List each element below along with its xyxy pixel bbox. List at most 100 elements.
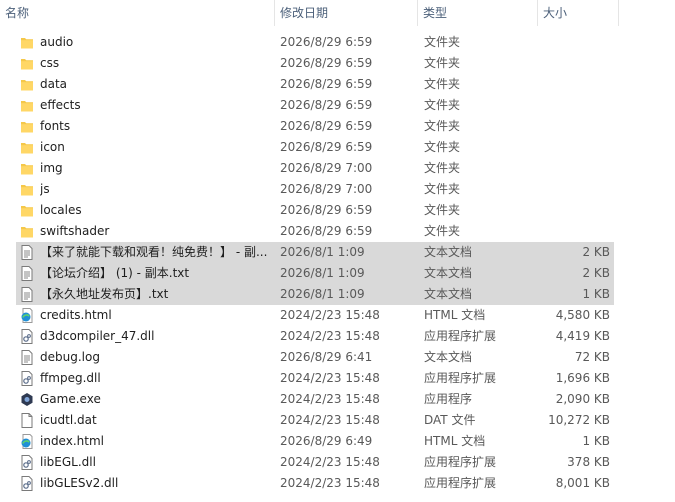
file-modified-date: 2026/8/29 6:59 (280, 119, 373, 133)
file-row[interactable]: icudtl.dat 2024/2/23 15:48 DAT 文件 10,272 KB (16, 410, 614, 431)
file-modified-date: 2026/8/29 6:59 (280, 203, 373, 217)
file-modified-date: 2024/2/23 15:48 (280, 308, 380, 322)
file-modified-date: 2026/8/29 7:00 (280, 182, 373, 196)
column-header-date[interactable]: 修改日期 (275, 0, 417, 26)
file-name: d3dcompiler_47.dll (40, 329, 155, 343)
file-row[interactable]: js 2026/8/29 7:00 文件夹 (16, 179, 614, 200)
file-type: 文件夹 (424, 161, 461, 175)
file-name: 【论坛介绍】 (1) - 副本.txt (40, 266, 190, 280)
file-row[interactable]: fonts 2026/8/29 6:59 文件夹 (16, 116, 614, 137)
text-file-icon (20, 287, 34, 302)
file-row[interactable]: css 2026/8/29 6:59 文件夹 (16, 53, 614, 74)
file-name: js (40, 182, 50, 196)
file-type: 文本文档 (424, 350, 473, 364)
file-row[interactable]: index.html 2026/8/29 6:49 HTML 文档 1 KB (16, 431, 614, 452)
file-size: 2,090 KB (555, 392, 610, 406)
file-size: 1 KB (582, 287, 610, 301)
file-modified-date: 2026/8/29 6:59 (280, 224, 373, 238)
folder-icon (20, 119, 34, 134)
file-size (538, 158, 610, 179)
game-exe-icon (20, 392, 34, 407)
file-size (538, 200, 610, 221)
file-name: swiftshader (40, 224, 110, 238)
file-row[interactable]: debug.log 2026/8/29 6:41 文本文档 72 KB (16, 347, 614, 368)
file-row[interactable]: libEGL.dll 2024/2/23 15:48 应用程序扩展 378 KB (16, 452, 614, 473)
file-size: 72 KB (574, 350, 610, 364)
file-type: 应用程序 (424, 392, 473, 406)
vertical-scrollbar[interactable] (666, 26, 675, 502)
file-type: 文本文档 (424, 287, 473, 301)
file-type: 文件夹 (424, 77, 461, 91)
file-row[interactable]: libGLESv2.dll 2024/2/23 15:48 应用程序扩展 8,001 … (16, 473, 614, 494)
file-size: 8,001 KB (555, 476, 610, 490)
column-header-name[interactable]: 名称 (0, 0, 274, 26)
file-size: 4,580 KB (555, 308, 610, 322)
file-modified-date: 2024/2/23 15:48 (280, 329, 380, 343)
file-type: 文件夹 (424, 35, 461, 49)
file-row[interactable]: img 2026/8/29 7:00 文件夹 (16, 158, 614, 179)
file-type: 文件夹 (424, 182, 461, 196)
file-size (538, 116, 610, 137)
file-row[interactable]: locales 2026/8/29 6:59 文件夹 (16, 200, 614, 221)
file-row[interactable]: icon 2026/8/29 6:59 文件夹 (16, 137, 614, 158)
file-name: fonts (40, 119, 71, 133)
file-row[interactable]: d3dcompiler_47.dll 2024/2/23 15:48 应用程序扩展 4… (16, 326, 614, 347)
file-size (538, 221, 610, 242)
column-header-size-label: 大小 (543, 6, 568, 20)
file-row[interactable]: ffmpeg.dll 2024/2/23 15:48 应用程序扩展 1,696 KB (16, 368, 614, 389)
file-row[interactable]: audio 2026/8/29 6:59 文件夹 (16, 32, 614, 53)
file-name: img (40, 161, 63, 175)
file-name: effects (40, 98, 81, 112)
file-modified-date: 2026/8/1 1:09 (280, 245, 365, 259)
file-modified-date: 2024/2/23 15:48 (280, 413, 380, 427)
column-header-size[interactable]: 大小 (538, 0, 618, 26)
file-row[interactable]: swiftshader 2026/8/29 6:59 文件夹 (16, 221, 614, 242)
file-name: data (40, 77, 68, 91)
file-type: 文本文档 (424, 245, 473, 259)
file-name: icon (40, 140, 65, 154)
file-size (538, 32, 610, 53)
file-size: 10,272 KB (548, 413, 610, 427)
file-size: 378 KB (567, 455, 610, 469)
file-size: 2 KB (582, 245, 610, 259)
file-modified-date: 2024/2/23 15:48 (280, 455, 380, 469)
text-file-icon (20, 245, 34, 260)
file-name: css (40, 56, 60, 70)
file-size (538, 179, 610, 200)
file-modified-date: 2026/8/29 6:49 (280, 434, 373, 448)
dll-file-icon (20, 455, 34, 470)
folder-icon (20, 56, 34, 71)
text-file-icon (20, 350, 34, 365)
file-row[interactable]: effects 2026/8/29 6:59 文件夹 (16, 95, 614, 116)
file-type: 文件夹 (424, 98, 461, 112)
file-row[interactable]: data 2026/8/29 6:59 文件夹 (16, 74, 614, 95)
column-header-date-label: 修改日期 (280, 6, 329, 20)
dll-file-icon (20, 371, 34, 386)
file-type: 应用程序扩展 (424, 455, 497, 469)
file-type: 文件夹 (424, 56, 461, 70)
file-name: Game.exe (40, 392, 101, 406)
file-row[interactable]: Game.exe 2024/2/23 15:48 应用程序 2,090 KB (16, 389, 614, 410)
dll-file-icon (20, 476, 34, 491)
blank-file-icon (20, 413, 34, 428)
edge-html-icon (20, 308, 34, 323)
file-modified-date: 2024/2/23 15:48 (280, 476, 380, 490)
column-divider[interactable] (618, 0, 619, 26)
file-row[interactable]: 【永久地址发布页】.txt 2026/8/1 1:09 文本文档 1 KB (16, 284, 614, 305)
file-row[interactable]: 【来了就能下载和观看！纯免费！】 - 副... 2026/8/1 1:09 文本文档… (16, 242, 614, 263)
file-name: libGLESv2.dll (40, 476, 119, 490)
file-name: icudtl.dat (40, 413, 97, 427)
file-size (538, 137, 610, 158)
file-size (538, 74, 610, 95)
folder-icon (20, 161, 34, 176)
file-type: 文件夹 (424, 140, 461, 154)
column-header-name-label: 名称 (5, 6, 30, 20)
file-type: HTML 文档 (424, 308, 486, 322)
file-row[interactable]: credits.html 2024/2/23 15:48 HTML 文档 4,580 … (16, 305, 614, 326)
column-header-type[interactable]: 类型 (418, 0, 537, 26)
file-name: 【来了就能下载和观看！纯免费！】 - 副... (40, 245, 268, 259)
file-modified-date: 2026/8/29 6:59 (280, 35, 373, 49)
file-size: 2 KB (582, 266, 610, 280)
text-file-icon (20, 266, 34, 281)
file-row[interactable]: 【论坛介绍】 (1) - 副本.txt 2026/8/1 1:09 文本文档 2 KB (16, 263, 614, 284)
